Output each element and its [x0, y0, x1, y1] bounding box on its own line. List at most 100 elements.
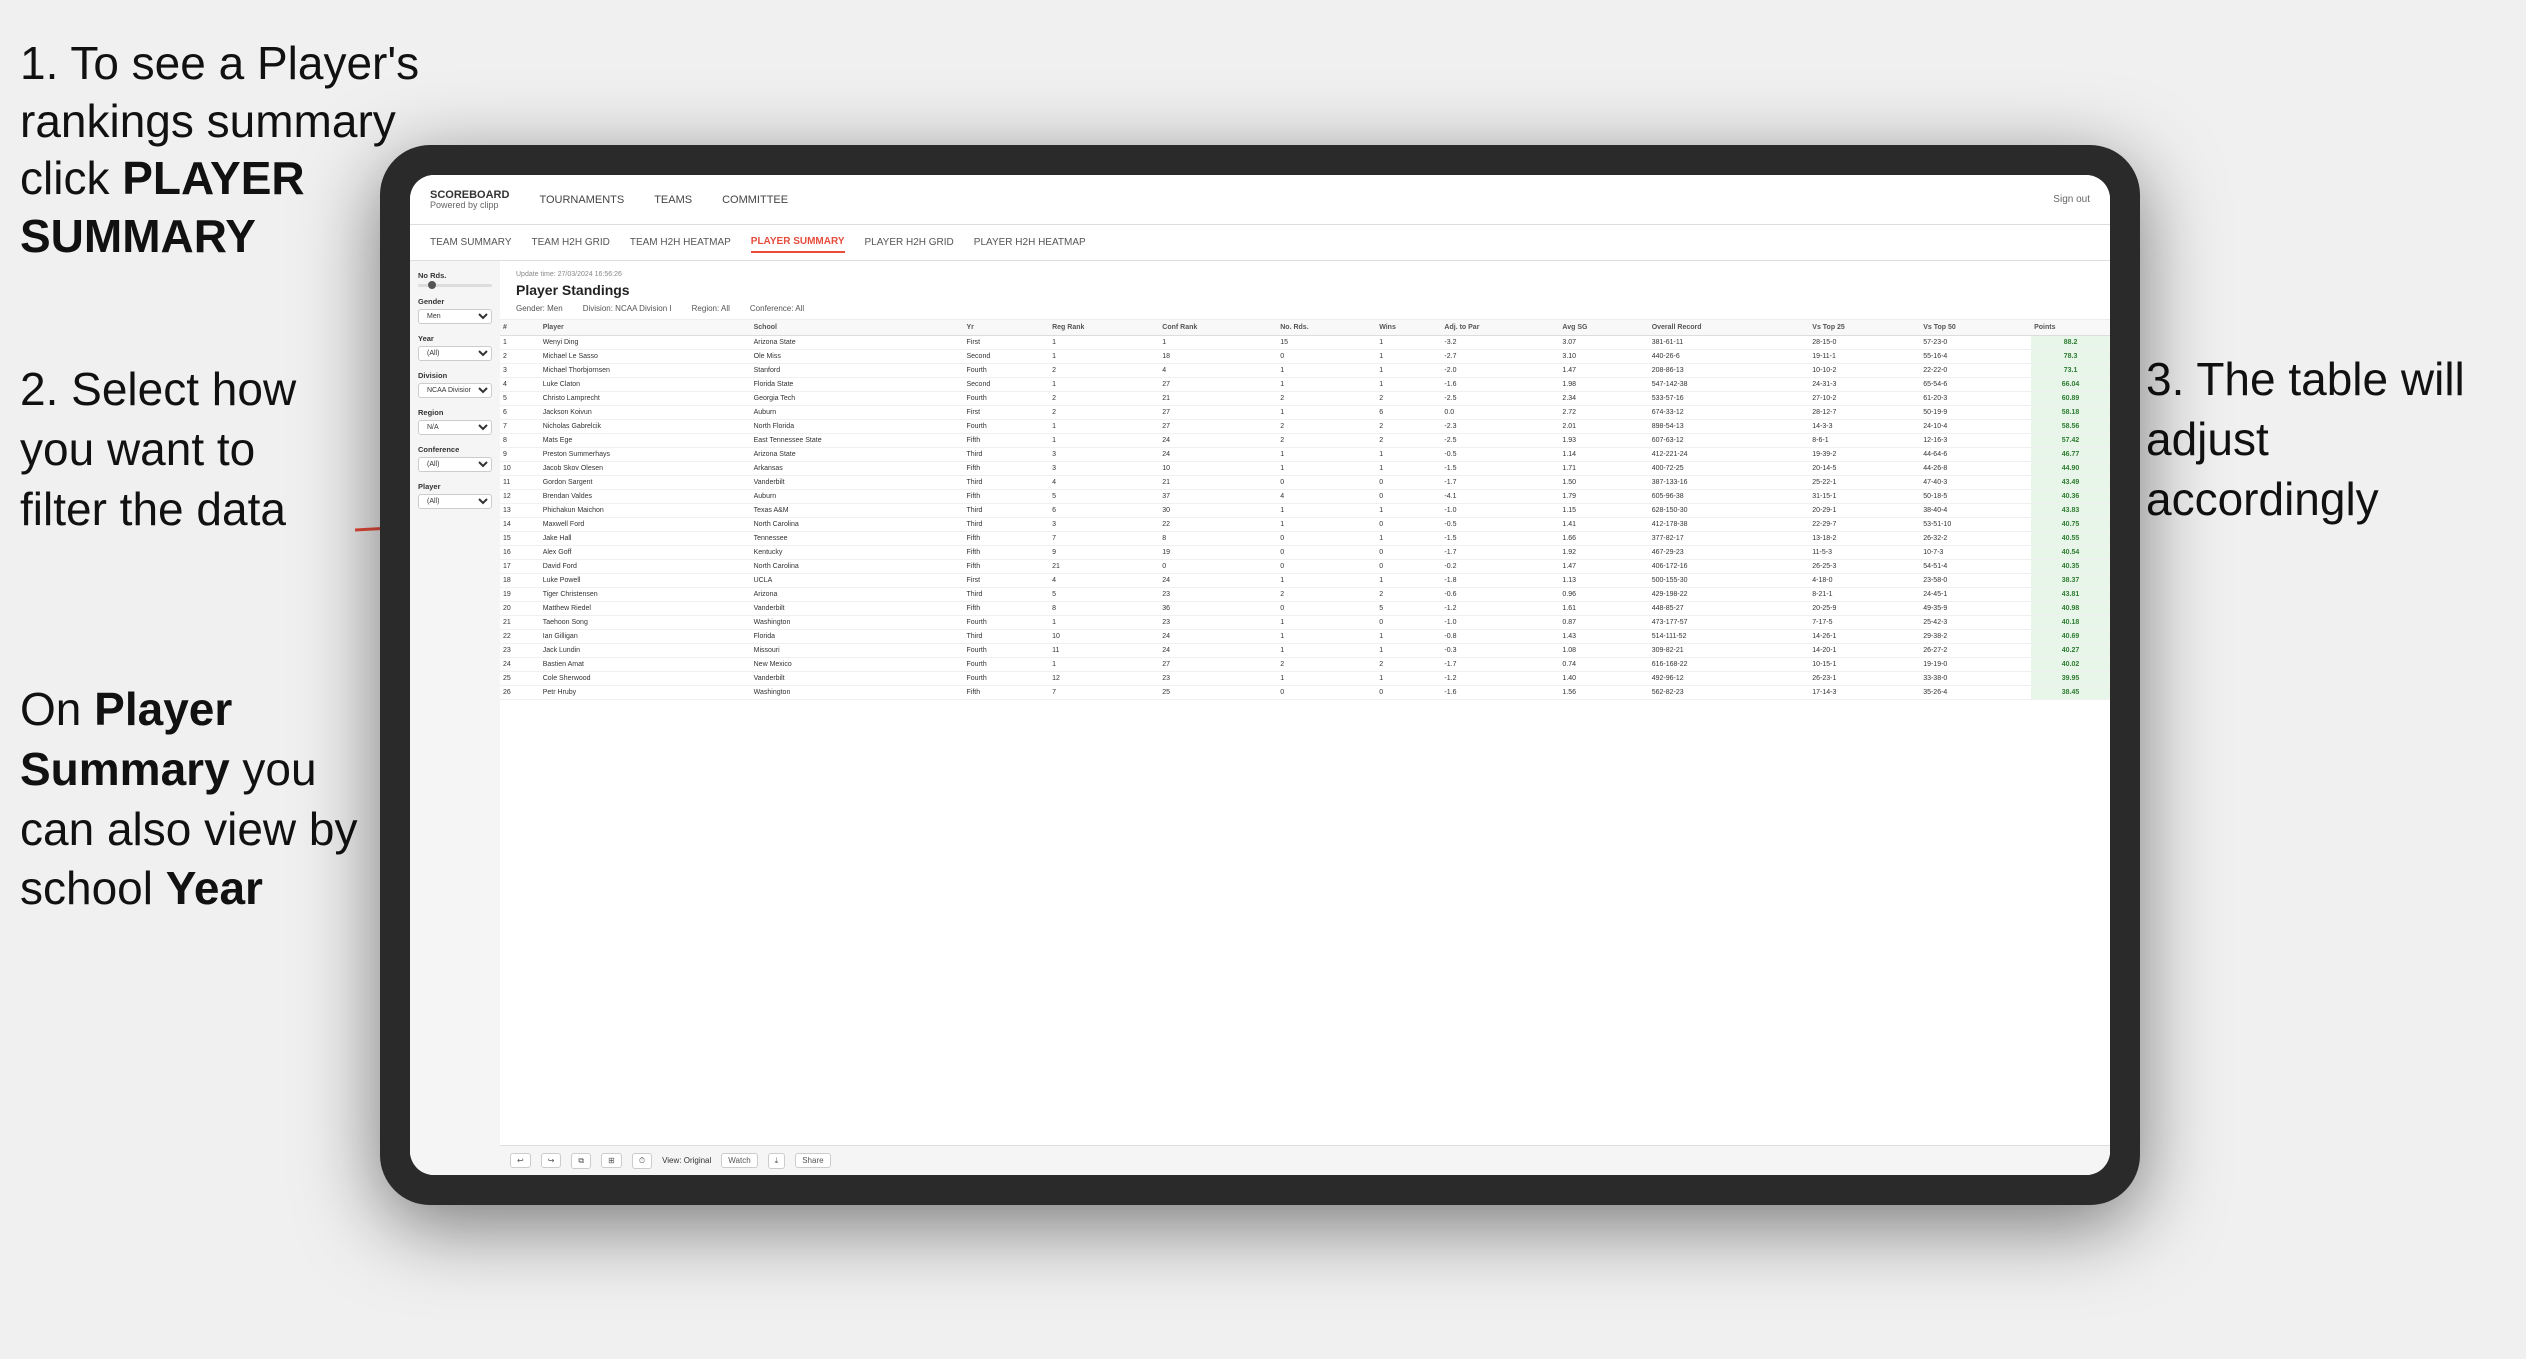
subnav-team-h2h-grid[interactable]: TEAM H2H GRID: [532, 233, 610, 252]
table-cell: Jake Hall: [540, 532, 751, 546]
table-cell: 5: [500, 392, 540, 406]
table-cell: 13-18-2: [1809, 532, 1920, 546]
table-cell: 547-142-38: [1649, 378, 1810, 392]
table-cell: Fourth: [964, 658, 1050, 672]
filter-gender-select[interactable]: Men: [418, 309, 492, 324]
table-cell: 8: [500, 434, 540, 448]
table-cell: 27: [1159, 420, 1277, 434]
table-cell: 36: [1159, 602, 1277, 616]
table-cell: 50-18-5: [1920, 490, 2031, 504]
table-cell: Maxwell Ford: [540, 518, 751, 532]
toolbar-export[interactable]: ⤓: [768, 1153, 786, 1169]
toolbar-copy[interactable]: ⧉: [571, 1153, 591, 1169]
filter-player-select[interactable]: (All): [418, 494, 492, 509]
table-cell: 0: [1376, 518, 1441, 532]
table-cell: 0: [1376, 686, 1441, 700]
table-cell: 1: [1049, 434, 1159, 448]
instruction-step2: 2. Select how you want to filter the dat…: [20, 360, 340, 539]
filter-region-select[interactable]: N/A: [418, 420, 492, 435]
table-cell: 4: [1049, 476, 1159, 490]
data-table-wrapper[interactable]: # Player School Yr Reg Rank Conf Rank No…: [500, 320, 2110, 1145]
nav-committee[interactable]: COMMITTEE: [722, 189, 788, 211]
subnav-team-summary[interactable]: TEAM SUMMARY: [430, 233, 512, 252]
table-cell: Tiger Christensen: [540, 588, 751, 602]
filter-year-select[interactable]: (All): [418, 346, 492, 361]
table-cell: Fifth: [964, 602, 1050, 616]
table-cell: Missouri: [751, 644, 964, 658]
table-cell: 40.36: [2031, 490, 2110, 504]
table-cell: 467-29-23: [1649, 546, 1810, 560]
table-cell: 429-198-22: [1649, 588, 1810, 602]
table-cell: 473-177-57: [1649, 616, 1810, 630]
table-cell: -1.7: [1441, 476, 1559, 490]
table-cell: 55-16-4: [1920, 350, 2031, 364]
table-cell: 18: [500, 574, 540, 588]
table-cell: 7: [1049, 686, 1159, 700]
nav-teams[interactable]: TEAMS: [654, 189, 692, 211]
table-cell: Second: [964, 378, 1050, 392]
table-cell: 38.37: [2031, 574, 2110, 588]
table-cell: 26: [500, 686, 540, 700]
table-row: 21Taehoon SongWashingtonFourth12310-1.00…: [500, 616, 2110, 630]
table-row: 9Preston SummerhaysArizona StateThird324…: [500, 448, 2110, 462]
sign-out-link[interactable]: Sign out: [2053, 194, 2090, 205]
table-cell: 0: [1159, 560, 1277, 574]
table-cell: Fifth: [964, 490, 1050, 504]
table-cell: 448-85-27: [1649, 602, 1810, 616]
toolbar-clock[interactable]: ⏱: [632, 1153, 652, 1169]
toolbar-watch[interactable]: Watch: [721, 1153, 757, 1168]
table-cell: 78.3: [2031, 350, 2110, 364]
table-cell: Bastien Amat: [540, 658, 751, 672]
table-cell: 1: [1049, 658, 1159, 672]
table-cell: 8-6-1: [1809, 434, 1920, 448]
toolbar-redo[interactable]: ↪: [541, 1153, 562, 1168]
table-cell: 23: [1159, 672, 1277, 686]
table-cell: 1.93: [1559, 434, 1648, 448]
sidebar-filters: No Rds. Gender Men Year (All): [410, 261, 500, 1175]
table-cell: 30: [1159, 504, 1277, 518]
table-cell: Fifth: [964, 546, 1050, 560]
subnav-player-h2h-heatmap[interactable]: PLAYER H2H HEATMAP: [974, 233, 1086, 252]
table-cell: 605-96-38: [1649, 490, 1810, 504]
col-school: School: [751, 320, 964, 336]
toolbar-filter[interactable]: ⊞: [601, 1153, 622, 1168]
table-cell: 514-111-52: [1649, 630, 1810, 644]
filter-division-select[interactable]: NCAA Division I: [418, 383, 492, 398]
table-cell: 1.66: [1559, 532, 1648, 546]
col-wins: Wins: [1376, 320, 1441, 336]
table-row: 7Nicholas GabrelcikNorth FloridaFourth12…: [500, 420, 2110, 434]
table-cell: 1.92: [1559, 546, 1648, 560]
table-cell: -3.2: [1441, 336, 1559, 350]
table-cell: 0: [1277, 532, 1376, 546]
step3-bold2: Summary: [20, 743, 230, 795]
table-cell: Fifth: [964, 434, 1050, 448]
table-cell: 14: [500, 518, 540, 532]
table-cell: 26-23-1: [1809, 672, 1920, 686]
table-cell: 31-15-1: [1809, 490, 1920, 504]
table-cell: 1.98: [1559, 378, 1648, 392]
table-cell: 6: [1376, 406, 1441, 420]
table-cell: 0: [1376, 546, 1441, 560]
filter-conference-select[interactable]: (All): [418, 457, 492, 472]
table-row: 26Petr HrubyWashingtonFifth72500-1.61.56…: [500, 686, 2110, 700]
filter-no-rds-slider[interactable]: [418, 284, 492, 287]
subnav-team-h2h-heatmap[interactable]: TEAM H2H HEATMAP: [630, 233, 731, 252]
table-cell: 10: [500, 462, 540, 476]
table-cell: 533-57-16: [1649, 392, 1810, 406]
table-cell: 17: [500, 560, 540, 574]
table-cell: 2: [1376, 392, 1441, 406]
table-cell: 1: [500, 336, 540, 350]
subnav-player-h2h-grid[interactable]: PLAYER H2H GRID: [865, 233, 954, 252]
table-cell: 0: [1277, 350, 1376, 364]
table-cell: 40.35: [2031, 560, 2110, 574]
nav-tournaments[interactable]: TOURNAMENTS: [539, 189, 624, 211]
table-cell: 49-35-9: [1920, 602, 2031, 616]
table-cell: 1.15: [1559, 504, 1648, 518]
table-cell: Tennessee: [751, 532, 964, 546]
table-cell: -1.2: [1441, 602, 1559, 616]
toolbar-share[interactable]: Share: [795, 1153, 830, 1168]
table-row: 12Brendan ValdesAuburnFifth53740-4.11.79…: [500, 490, 2110, 504]
toolbar-undo[interactable]: ↩: [510, 1153, 531, 1168]
subnav-player-summary[interactable]: PLAYER SUMMARY: [751, 232, 845, 253]
table-row: 22Ian GilliganFloridaThird102411-0.81.43…: [500, 630, 2110, 644]
